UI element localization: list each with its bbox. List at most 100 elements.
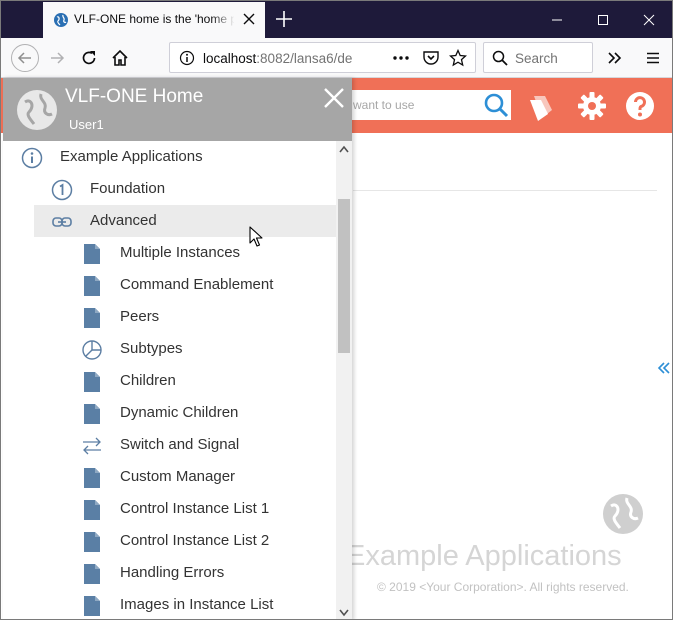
- new-tab-icon[interactable]: [275, 10, 293, 28]
- gear-icon[interactable]: [576, 90, 608, 122]
- minimize-icon: [552, 19, 562, 20]
- tree-item[interactable]: Command Enablement: [34, 269, 336, 301]
- document-icon: [84, 468, 100, 488]
- reload-button[interactable]: [77, 46, 101, 70]
- tab-title: VLF-ONE home is the 'home pa: [74, 12, 234, 26]
- document-icon: [84, 500, 100, 520]
- tree-item[interactable]: Subtypes: [34, 333, 336, 365]
- tree-item[interactable]: Example Applications: [3, 141, 336, 173]
- browser-window: VLF-ONE home is the 'home pa localhost:8…: [0, 0, 673, 620]
- tree-item[interactable]: Control Instance List 1: [34, 493, 336, 525]
- tree-item[interactable]: Handling Errors: [34, 557, 336, 589]
- maximize-button[interactable]: [580, 1, 626, 38]
- page-actions-icon[interactable]: [392, 51, 410, 65]
- minimize-button[interactable]: [534, 1, 580, 38]
- tab-title-fade: [211, 8, 235, 32]
- overflow-button[interactable]: [603, 46, 627, 70]
- tab-bar: VLF-ONE home is the 'home pa: [1, 1, 672, 38]
- tree-item-label: Control Instance List 2: [120, 532, 270, 549]
- tree-item-label: Dynamic Children: [120, 404, 239, 421]
- navigation-tree: Example Applications Foundation Advanced Mu…: [3, 141, 336, 619]
- tree-item-label: Switch and Signal: [120, 436, 240, 453]
- tree-item-label: Foundation: [90, 180, 166, 197]
- reload-icon: [82, 51, 96, 65]
- close-icon[interactable]: [322, 86, 346, 110]
- navigation-panel: VLF-ONE Home User1 Example Applications F…: [3, 78, 352, 619]
- app-search-box[interactable]: want to use: [331, 90, 511, 120]
- browser-tab[interactable]: VLF-ONE home is the 'home pa: [43, 2, 265, 38]
- copyright-text: © 2019 <Your Corporation>. All rights re…: [377, 580, 629, 594]
- panel-header: VLF-ONE Home User1: [3, 78, 352, 141]
- panel-user: User1: [69, 117, 104, 132]
- tree-item[interactable]: Custom Manager: [34, 461, 336, 493]
- tree-item[interactable]: Advanced: [34, 205, 336, 237]
- mouse-cursor-icon: [249, 226, 263, 247]
- document-icon: [84, 596, 100, 616]
- background-title: Example Applications: [346, 540, 622, 572]
- hamburger-menu-icon: [647, 52, 659, 64]
- url-text[interactable]: localhost:8082/lansa6/de: [203, 51, 353, 66]
- tree-item-label: Subtypes: [120, 340, 183, 357]
- tree-item-label: Custom Manager: [120, 468, 236, 485]
- info-icon: [21, 147, 43, 169]
- site-info-icon[interactable]: [179, 50, 195, 66]
- url-path: :8082/lansa6/de: [256, 51, 353, 66]
- switch-arrows-icon: [83, 437, 101, 455]
- close-window-button[interactable]: [626, 1, 672, 38]
- browser-search-bar[interactable]: Search: [483, 42, 593, 73]
- scroll-up-button[interactable]: [336, 141, 352, 157]
- document-icon: [84, 308, 100, 328]
- help-icon[interactable]: [624, 90, 656, 122]
- document-icon: [84, 276, 100, 296]
- tree-item[interactable]: Children: [34, 365, 336, 397]
- tree-item[interactable]: Switch and Signal: [34, 429, 336, 461]
- chevron-down-icon: [339, 609, 349, 617]
- back-arrow-icon: [17, 52, 31, 64]
- document-icon: [84, 372, 100, 392]
- tags-icon[interactable]: [526, 90, 558, 122]
- tree-item[interactable]: Multiple Instances: [34, 237, 336, 269]
- navigation-bar: localhost:8082/lansa6/de Search: [1, 38, 672, 78]
- app-viewport: want to use Example Applications © 2019 …: [1, 78, 672, 619]
- search-icon[interactable]: [483, 92, 509, 118]
- close-tab-icon[interactable]: [241, 11, 257, 27]
- tree-item[interactable]: Dynamic Children: [34, 397, 336, 429]
- url-bar[interactable]: localhost:8082/lansa6/de: [169, 42, 476, 73]
- tree-item-label: Control Instance List 1: [120, 500, 270, 517]
- bookmark-star-icon[interactable]: [449, 49, 467, 67]
- pie-chart-icon: [82, 340, 102, 360]
- tree-item-label: Advanced: [90, 212, 157, 229]
- tree-item-label: Handling Errors: [120, 564, 225, 581]
- home-icon: [112, 49, 128, 66]
- tree-item-label: Children: [120, 372, 176, 389]
- tree-item[interactable]: Peers: [34, 301, 336, 333]
- menu-button[interactable]: [641, 46, 665, 70]
- tree-item-label: Multiple Instances: [120, 244, 241, 261]
- home-button[interactable]: [108, 46, 132, 70]
- link-icon: [52, 217, 72, 227]
- tree-item[interactable]: Images in Instance List: [34, 589, 336, 619]
- url-host: localhost: [203, 51, 257, 66]
- forward-arrow-icon: [51, 52, 65, 64]
- document-icon: [84, 532, 100, 552]
- scroll-down-button[interactable]: [336, 605, 352, 619]
- maximize-icon: [598, 14, 608, 25]
- double-chevron-right-icon: [608, 52, 622, 64]
- tree-item-label: Peers: [120, 308, 160, 325]
- chevron-up-icon: [339, 145, 349, 153]
- app-search-placeholder: want to use: [353, 98, 415, 112]
- double-chevron-left-icon[interactable]: [656, 360, 672, 376]
- document-icon: [84, 564, 100, 584]
- document-icon: [84, 404, 100, 424]
- globe-icon: [17, 90, 57, 130]
- back-button[interactable]: [11, 44, 39, 72]
- forward-button[interactable]: [45, 46, 69, 70]
- close-window-icon: [643, 14, 655, 25]
- pocket-icon[interactable]: [422, 49, 440, 67]
- tree-item[interactable]: Control Instance List 2: [34, 525, 336, 557]
- content-divider: [353, 190, 657, 191]
- document-icon: [84, 244, 100, 264]
- tree-item[interactable]: Foundation: [34, 173, 336, 205]
- panel-scrollbar[interactable]: [336, 141, 352, 619]
- scroll-thumb[interactable]: [338, 199, 350, 353]
